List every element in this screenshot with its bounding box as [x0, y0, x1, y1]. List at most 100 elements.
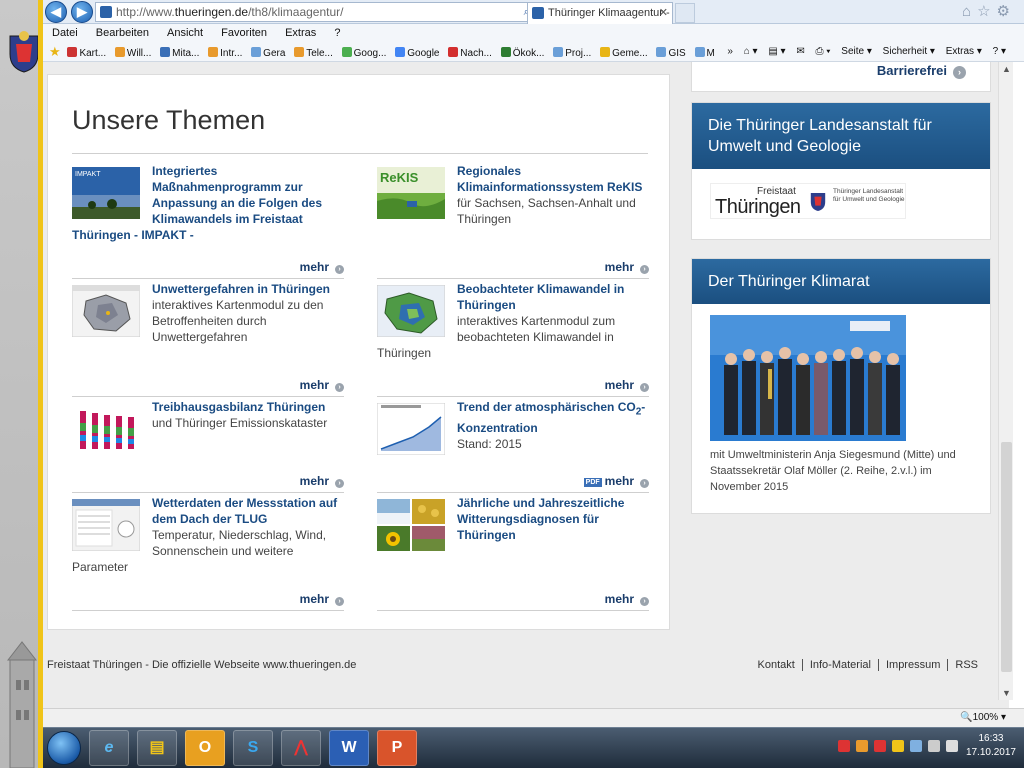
more-link[interactable]: mehr ›	[72, 471, 344, 493]
more-link[interactable]: mehr ›	[377, 589, 649, 611]
footer-link-kontakt[interactable]: Kontakt	[751, 659, 802, 671]
more-link[interactable]: mehr ›	[377, 257, 649, 279]
page-scrollbar[interactable]: ▲ ▼	[998, 62, 1013, 700]
menu-help[interactable]: ?	[334, 27, 340, 39]
new-tab-button[interactable]	[675, 3, 695, 23]
command-bar: » ⌂ ▾ ▤ ▾ ✉ ⎙ ▾ Seite ▾ Sicherheit ▾ Ext…	[715, 42, 1006, 61]
more-link[interactable]: mehr ›	[72, 589, 344, 611]
powerpoint-taskbar-button[interactable]: P	[377, 730, 417, 766]
more-link[interactable]: mehr ›	[72, 375, 344, 397]
footer-links: Kontakt Info-Material Impressum RSS	[751, 650, 985, 680]
theme-item-klimawandel: Beobachteter Klimawandel in Thüringen in…	[377, 281, 649, 399]
more-link[interactable]: mehr ›	[377, 375, 649, 397]
rekis-thumbnail[interactable]: ReKIS	[377, 167, 445, 219]
unwetter-map-thumbnail[interactable]	[72, 285, 140, 337]
theme-title-link[interactable]: Unwettergefahren in Thüringen	[152, 282, 330, 296]
seite-menu[interactable]: Seite ▾	[841, 46, 872, 57]
favorite-item[interactable]: Kart...	[67, 44, 106, 61]
favorite-item[interactable]: Nach...	[448, 44, 492, 61]
pdf-taskbar-button[interactable]: ⋀	[281, 730, 321, 766]
theme-title-link[interactable]: Treibhausgasbilanz Thüringen	[152, 400, 325, 414]
co2-trend-chart-thumbnail[interactable]	[377, 403, 445, 455]
klimarat-group-photo[interactable]	[710, 315, 906, 441]
print-menu-button[interactable]: ⎙ ▾	[816, 46, 831, 57]
castle-tower-icon	[6, 641, 38, 768]
footer-link-info-material[interactable]: Info-Material	[801, 659, 878, 671]
favorite-item[interactable]: Goog...	[341, 44, 386, 61]
more-link[interactable]: mehr ›	[72, 257, 344, 279]
scrollbar-thumb[interactable]	[1001, 442, 1012, 672]
back-button[interactable]: ◀	[45, 1, 67, 23]
favorites-star-icon[interactable]: ★	[49, 44, 61, 59]
barrierefrei-link[interactable]: Barrierefrei ›	[691, 62, 991, 92]
tlug-logo[interactable]: Freistaat Thüringen Thüringer Landesanst…	[710, 183, 906, 219]
pdf-icon: PDF	[583, 478, 602, 487]
menu-datei[interactable]: Datei	[52, 27, 78, 39]
office-icon[interactable]	[856, 740, 868, 752]
theme-title-link[interactable]: Jährliche und Jahreszeitliche Witterungs…	[457, 496, 624, 542]
mail-icon[interactable]: ✉	[796, 46, 804, 57]
explorer-taskbar-button[interactable]: ▤	[137, 730, 177, 766]
network-icon[interactable]	[928, 740, 940, 752]
favorites-overflow-icon[interactable]: »	[727, 46, 733, 57]
favorite-item[interactable]: Mita...	[160, 44, 199, 61]
favorite-item[interactable]: Tele...	[294, 44, 333, 61]
ie-taskbar-button[interactable]: e	[89, 730, 129, 766]
tab-favicon-icon	[532, 7, 544, 19]
theme-title-link[interactable]: Trend der atmosphärischen CO2-Konzentrat…	[457, 400, 645, 435]
wetterdaten-screenshot-thumbnail[interactable]	[72, 499, 140, 551]
start-button[interactable]	[47, 731, 81, 765]
volume-muted-icon[interactable]	[946, 740, 958, 752]
more-link[interactable]: PDF mehr ›	[377, 471, 649, 493]
menu-bearbeiten[interactable]: Bearbeiten	[96, 27, 149, 39]
favorite-item[interactable]: Ökok...	[500, 44, 544, 61]
word-taskbar-button[interactable]: W	[329, 730, 369, 766]
footer-link-rss[interactable]: RSS	[947, 659, 985, 671]
theme-title-link[interactable]: Regionales Klimainformationssystem ReKIS	[457, 164, 642, 194]
close-tab-icon[interactable]: ✕	[659, 3, 668, 23]
bluetooth-icon[interactable]	[910, 740, 922, 752]
tray-app-icon[interactable]	[874, 740, 886, 752]
favorite-item[interactable]: Proj...	[553, 44, 591, 61]
skype-taskbar-button[interactable]: S	[233, 730, 273, 766]
forward-button[interactable]: ▶	[71, 1, 93, 23]
sicherheit-menu[interactable]: Sicherheit ▾	[883, 46, 935, 57]
home-menu-button[interactable]: ⌂ ▾	[744, 46, 758, 57]
theme-description: Stand: 2015	[457, 437, 522, 452]
outlook-taskbar-button[interactable]: O	[185, 730, 225, 766]
favorite-item[interactable]: Google	[395, 44, 440, 61]
theme-title-link[interactable]: Wetterdaten der Messstation auf dem Dach…	[152, 496, 337, 526]
klimawandel-map-thumbnail[interactable]	[377, 285, 445, 337]
menu-ansicht[interactable]: Ansicht	[167, 27, 203, 39]
favorite-item[interactable]: Intr...	[208, 44, 242, 61]
scroll-up-icon[interactable]: ▲	[1001, 64, 1012, 74]
treibhausgas-chart-thumbnail[interactable]	[72, 403, 140, 455]
page-footer: Freistaat Thüringen - Die offizielle Web…	[43, 650, 1009, 680]
feeds-menu-button[interactable]: ▤ ▾	[768, 46, 785, 57]
system-clock[interactable]: 16:33 17.10.2017	[966, 732, 1016, 760]
update-icon[interactable]	[892, 740, 904, 752]
klimarat-box: Der Thüringer Klimarat mit Umweltministe…	[691, 258, 991, 514]
security-icon[interactable]	[838, 740, 850, 752]
footer-link-impressum[interactable]: Impressum	[877, 659, 948, 671]
menu-extras[interactable]: Extras	[285, 27, 316, 39]
theme-item-rekis: ReKIS Regionales Klimainformationssystem…	[377, 163, 649, 281]
tab-title: Thüringer Klimaagentur - S...	[548, 7, 672, 19]
witterung-seasons-thumbnail[interactable]	[377, 499, 445, 551]
favorite-item[interactable]: Geme...	[600, 44, 648, 61]
browser-tab[interactable]: Thüringer Klimaagentur - S... ✕	[527, 2, 673, 24]
theme-title-link[interactable]: Beobachteter Klimawandel in Thüringen	[457, 282, 624, 312]
menu-favoriten[interactable]: Favoriten	[221, 27, 267, 39]
impakt-thumbnail[interactable]: IMPAKT	[72, 167, 140, 219]
help-menu-icon[interactable]: ? ▾	[993, 46, 1006, 57]
favorite-item[interactable]: Gera	[251, 44, 285, 61]
extras-menu[interactable]: Extras ▾	[946, 46, 982, 57]
arrow-right-icon: ›	[335, 265, 344, 274]
address-bar[interactable]: http://www.thueringen.de/th8/klimaagentu…	[95, 2, 565, 22]
scroll-down-icon[interactable]: ▼	[1001, 688, 1012, 698]
favorite-item[interactable]: Will...	[114, 44, 151, 61]
theme-description: interaktives Kartenmodul zu den Betroffe…	[152, 298, 324, 344]
zoom-control[interactable]: 🔍100% ▾	[960, 709, 1006, 727]
favorite-item[interactable]: GIS	[656, 44, 686, 61]
home-favorites-tools-icons[interactable]: ⌂☆⚙	[962, 2, 1016, 20]
